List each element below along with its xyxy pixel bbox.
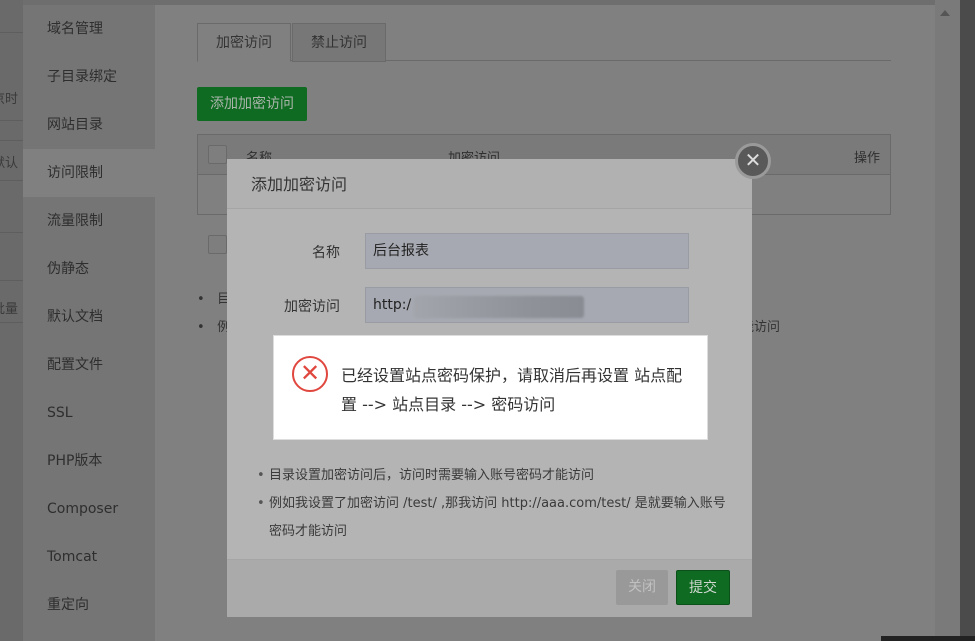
- close-button[interactable]: 关闭: [616, 570, 668, 605]
- url-value: http:/: [373, 297, 412, 313]
- tip-item: 例如我设置了加密访问 /test/ ,那我访问 http://aaa.com/t…: [257, 490, 727, 546]
- redacted-region: [414, 296, 584, 318]
- settings-sidebar: 域名管理 子目录绑定 网站目录 访问限制 流量限制 伪静态 默认文档 配置文件 …: [23, 5, 155, 641]
- sidebar-item-ssl[interactable]: SSL: [23, 389, 155, 437]
- sidebar-item-config[interactable]: 配置文件: [23, 341, 155, 389]
- sidebar-item-access-limit[interactable]: 访问限制: [23, 149, 155, 197]
- alert-message: 已经设置站点密码保护，请取消后再设置 站点配置 --> 站点目录 --> 密码访…: [341, 366, 683, 414]
- batch-checkbox[interactable]: [208, 235, 227, 254]
- sidebar-item-default-doc[interactable]: 默认文档: [23, 293, 155, 341]
- name-input[interactable]: 后台报表: [365, 233, 689, 269]
- sidebar-item-rewrite[interactable]: 伪静态: [23, 245, 155, 293]
- background-page-fragment: 京时 默认 批量: [0, 0, 23, 641]
- sidebar-item-traffic-limit[interactable]: 流量限制: [23, 197, 155, 245]
- sidebar-item-composer[interactable]: Composer: [23, 485, 155, 533]
- tab-forbidden-access[interactable]: 禁止访问: [292, 23, 386, 62]
- sidebar-item-subdir[interactable]: 子目录绑定: [23, 53, 155, 101]
- window-edge: [960, 0, 975, 641]
- tip-bullet: • 目: [197, 292, 231, 307]
- sidebar-item-redirect[interactable]: 重定向: [23, 581, 155, 629]
- dialog-close-icon[interactable]: ✕: [735, 143, 771, 179]
- bg-fragment: 京时: [0, 92, 19, 107]
- dialog-tips: 目录设置加密访问后，访问时需要输入账号密码才能访问 例如我设置了加密访问 /te…: [257, 462, 727, 546]
- sidebar-item-site-dir[interactable]: 网站目录: [23, 101, 155, 149]
- column-actions: 操作: [853, 151, 880, 166]
- scrollbar[interactable]: [935, 0, 960, 641]
- add-encrypted-access-button[interactable]: 添加加密访问: [197, 87, 307, 121]
- bg-fragment: 批量: [0, 302, 19, 317]
- url-label: 加密访问: [284, 299, 340, 315]
- url-field-row: 加密访问 http:/: [227, 287, 752, 323]
- error-alert: ✕ 已经设置站点密码保护，请取消后再设置 站点配置 --> 站点目录 --> 密…: [273, 335, 708, 440]
- tip-bullet: • 例: [197, 320, 231, 335]
- dialog-footer: 关闭 提交: [227, 559, 752, 617]
- tab-encrypted-access[interactable]: 加密访问: [197, 23, 291, 62]
- sidebar-item-php[interactable]: PHP版本: [23, 437, 155, 485]
- submit-button[interactable]: 提交: [676, 570, 730, 605]
- sidebar-item-domain[interactable]: 域名管理: [23, 5, 155, 53]
- bg-fragment: 默认: [0, 156, 19, 171]
- name-field-row: 名称 后台报表: [227, 233, 752, 269]
- dialog-title: 添加加密访问: [227, 159, 752, 209]
- tab-bar: 加密访问 禁止访问: [197, 23, 891, 62]
- select-all-checkbox[interactable]: [208, 145, 227, 164]
- sidebar-item-tomcat[interactable]: Tomcat: [23, 533, 155, 581]
- error-x-icon: ✕: [292, 356, 328, 392]
- url-input[interactable]: http:/: [365, 287, 689, 323]
- scroll-up-icon[interactable]: [940, 10, 950, 16]
- taskbar-fragment: [881, 636, 975, 641]
- name-label: 名称: [312, 245, 340, 261]
- tip-item: 目录设置加密访问后，访问时需要输入账号密码才能访问: [257, 462, 727, 490]
